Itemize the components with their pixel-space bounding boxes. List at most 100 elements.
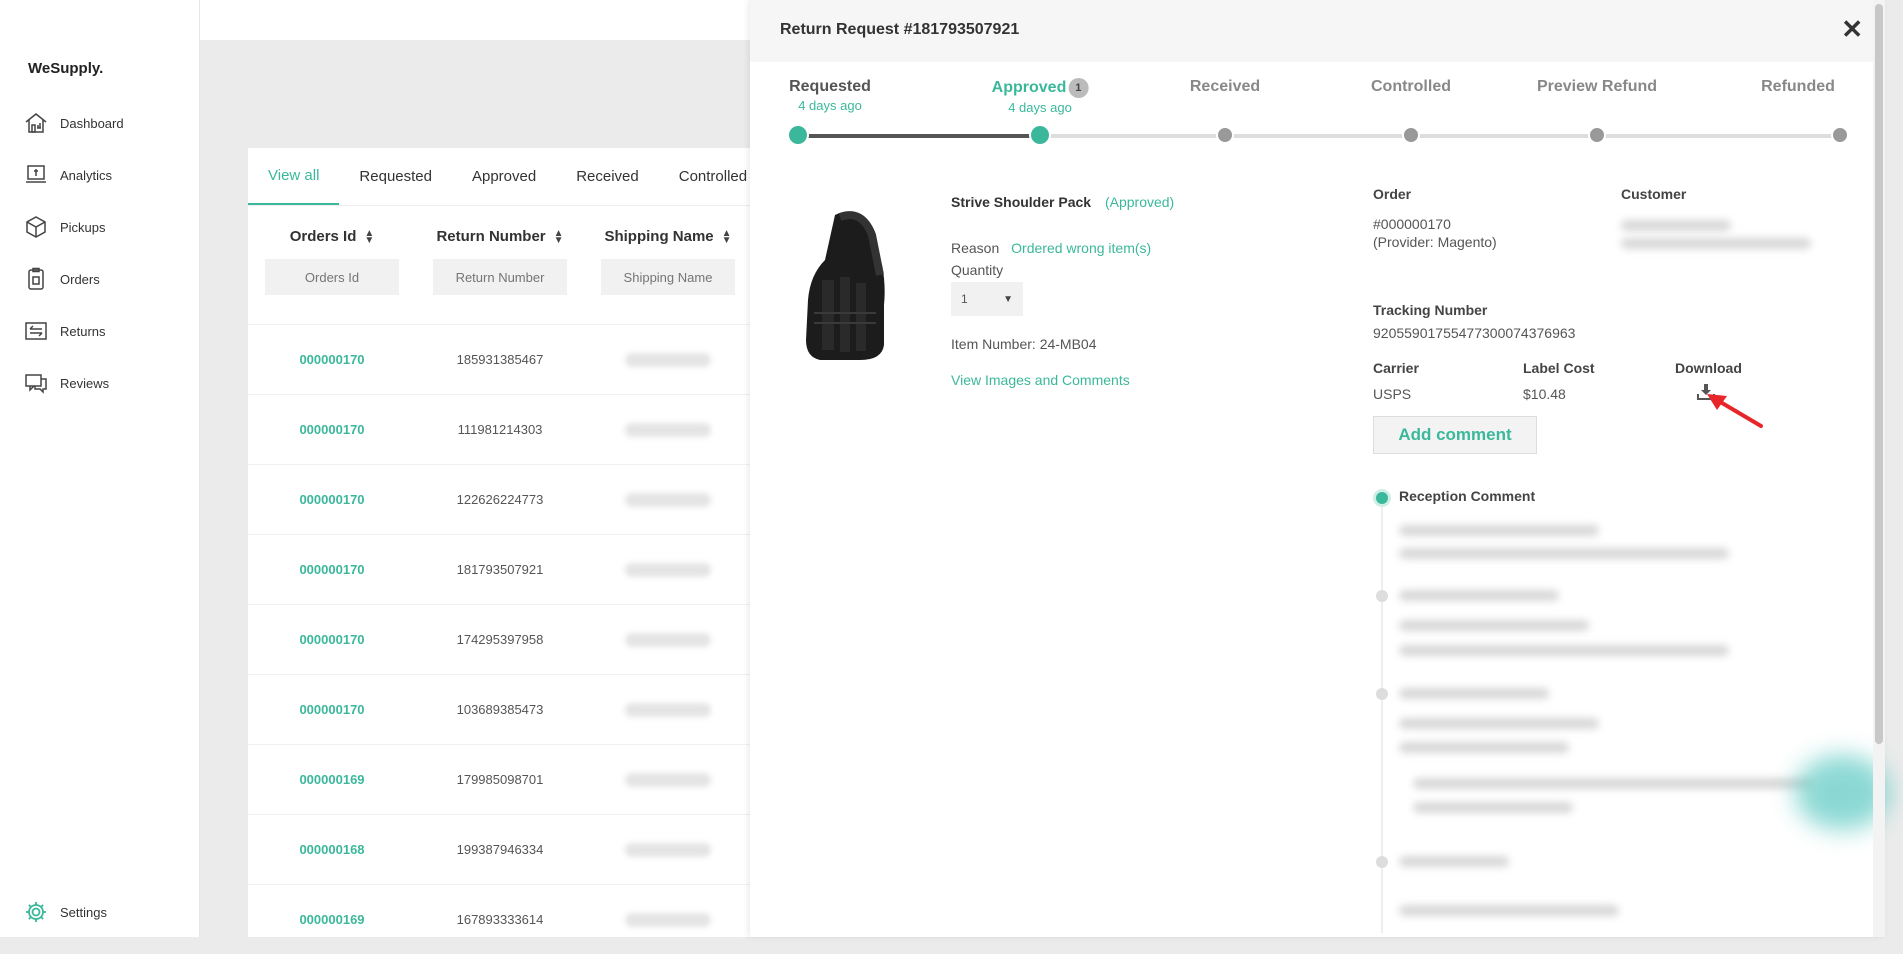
progress-track-completed [798,134,1040,138]
step-label: Preview Refund [1536,78,1658,95]
step-dot-received [1216,126,1234,144]
returns-table-card: View all Requested Approved Received Con… [248,148,768,937]
reason-label: Reason [951,240,1000,256]
step-dot-approved [1029,124,1051,146]
close-icon[interactable]: ✕ [1841,16,1863,42]
column-title: Return Number [436,228,546,245]
tab-requested[interactable]: Requested [339,148,452,205]
download-label: Download [1675,360,1742,376]
sidebar-item-label: Reviews [60,375,110,391]
table-row[interactable]: 000000168 199387946334 [248,814,768,884]
sidebar-item-orders[interactable]: Orders [24,264,100,294]
sidebar-item-returns[interactable]: Returns [24,316,106,346]
analytics-icon [26,165,46,183]
order-id-link[interactable]: 000000170 [248,562,416,577]
step-controlled: Controlled [1371,78,1451,96]
column-title: Orders Id [289,228,357,245]
sidebar-item-settings[interactable]: Settings [24,897,107,927]
step-time: 4 days ago [1008,100,1072,115]
table-header: Orders Id ▲▼ Return Number ▲▼ Shipping Nam… [248,228,752,295]
reviews-icon [25,374,47,394]
panel-title: Return Request #181793507921 [780,21,1020,38]
tab-approved[interactable]: Approved [452,148,556,205]
step-dot-requested [787,124,809,146]
app-logo: WeSupply. [28,60,104,77]
sort-icon[interactable]: ▲ ▼ [722,228,732,245]
comment-text-redacted [1399,718,1599,729]
table-row[interactable]: 000000170 103689385473 [248,674,768,744]
sort-icon[interactable]: ▲ ▼ [554,228,564,245]
return-number: 185931385467 [456,352,544,367]
sidebar-item-reviews[interactable]: Reviews [24,368,109,398]
status-tabs: View all Requested Approved Received Con… [248,148,768,206]
table-row[interactable]: 000000170 185931385467 [248,324,768,394]
table-row[interactable]: 000000170 111981214303 [248,394,768,464]
orders-id-filter-input[interactable] [265,259,399,295]
panel-header: Return Request #181793507921 ✕ [750,0,1885,62]
step-dot-refunded [1831,126,1849,144]
returns-icon [25,322,47,340]
item-number: Item Number: 24-MB04 [951,336,1097,352]
scrollbar-thumb[interactable] [1875,4,1883,744]
shipping-name-filter-input[interactable] [601,259,735,295]
step-requested: Requested 4 days ago [789,78,871,113]
return-number-filter-input[interactable] [433,259,567,295]
table-row[interactable]: 000000170 122626224773 [248,464,768,534]
step-preview-refund: Preview Refund [1537,78,1657,96]
table-body: 000000170 185931385467 000000170 111981214… [248,324,768,954]
order-id-link[interactable]: 000000170 [248,352,416,367]
comment-text-redacted [1413,778,1813,789]
table-row[interactable]: 000000170 181793507921 [248,534,768,604]
column-return-number: Return Number ▲ ▼ [416,228,584,295]
return-number: 181793507921 [456,562,544,577]
gear-icon [26,902,46,922]
view-images-link[interactable]: View Images and Comments [951,372,1130,388]
step-label: Controlled [1371,78,1451,95]
step-time: 4 days ago [798,98,862,113]
sidebar: WeSupply. Dashboard Analytics Pickups Or… [0,0,200,937]
product-image [806,211,885,360]
step-approved: Approved 1 4 days ago [992,78,1089,115]
comment-text-redacted [1399,905,1619,916]
carrier-value: USPS [1373,386,1412,402]
order-id-link[interactable]: 000000170 [248,632,416,647]
sidebar-item-pickups[interactable]: Pickups [24,212,106,242]
shipping-name-redacted [625,702,711,717]
tracking-number-link[interactable]: 9205590175547730007437696​3 [1373,325,1575,341]
order-id-link[interactable]: 000000168 [248,842,416,857]
annotation-arrow-icon [1707,394,1763,428]
table-row[interactable]: 000000170 174295397958 [248,604,768,674]
product-name: Strive Shoulder Pack [951,194,1092,210]
order-id-link[interactable]: 000000170 [248,492,416,507]
table-row[interactable]: 000000169 167893333614 [248,884,768,954]
panel-scrollbar[interactable] [1873,0,1885,937]
comment-text-redacted [1399,742,1569,753]
timeline-dot-active [1376,492,1388,504]
add-comment-button[interactable]: Add comment [1373,416,1537,454]
comment-text-redacted [1399,548,1729,559]
return-number: 174295397958 [456,632,544,647]
comment-text-redacted [1399,645,1729,656]
order-id-link[interactable]: 000000169 [248,772,416,787]
sort-icon[interactable]: ▲ ▼ [364,228,374,245]
sidebar-item-label: Dashboard [60,115,124,131]
sidebar-item-label: Returns [60,323,106,339]
sidebar-item-analytics[interactable]: Analytics [24,160,112,190]
order-link[interactable]: #000000170 [1373,216,1451,232]
return-number: 122626224773 [456,492,544,507]
tab-received[interactable]: Received [556,148,659,205]
column-title: Shipping Name [604,228,714,245]
quantity-select[interactable]: 1 ▼ [951,282,1023,316]
order-id-link[interactable]: 000000170 [248,422,416,437]
product-status: (Approved) [1104,194,1175,210]
shipping-name-redacted [625,352,711,367]
reason-value: Ordered wrong item(s) [1011,240,1152,256]
sidebar-item-dashboard[interactable]: Dashboard [24,108,124,138]
quantity-label: Quantity [951,262,1004,278]
shipping-name-redacted [625,562,711,577]
order-id-link[interactable]: 000000170 [248,702,416,717]
order-id-link[interactable]: 000000169 [248,912,416,927]
table-row[interactable]: 000000169 179985098701 [248,744,768,814]
tab-view-all[interactable]: View all [248,148,340,205]
shipping-name-redacted [625,772,711,787]
